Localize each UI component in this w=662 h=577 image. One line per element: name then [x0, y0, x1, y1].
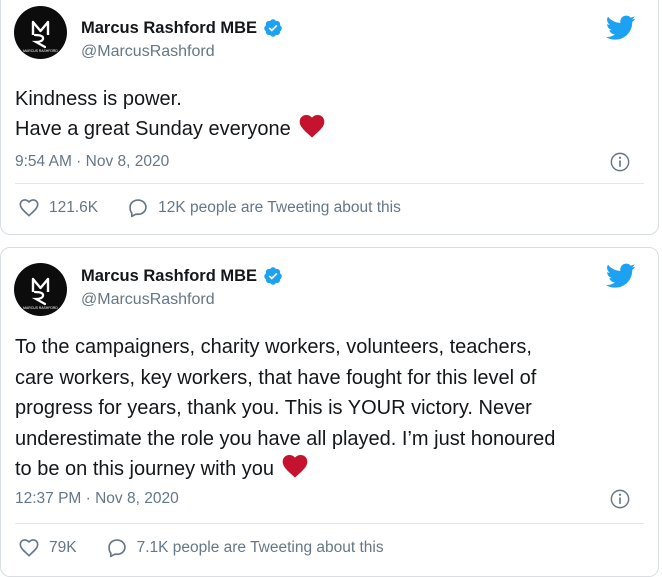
- divider: [15, 523, 644, 524]
- twitter-bird-icon[interactable]: [606, 263, 636, 289]
- tweet-actions: 121.6K 12K people are Tweeting about thi…: [19, 198, 401, 218]
- conversation-text: 12K people are Tweeting about this: [158, 199, 401, 216]
- tweet-text: Kindness is power. Have a great Sunday e…: [15, 84, 325, 144]
- info-icon[interactable]: [610, 152, 630, 172]
- red-heart-icon: [299, 115, 325, 138]
- tweet-timestamp[interactable]: 9:54 AM · Nov 8, 2020: [15, 153, 169, 171]
- like-button[interactable]: 121.6K: [19, 199, 98, 217]
- author-handle[interactable]: @MarcusRashford: [81, 291, 215, 309]
- author-name[interactable]: Marcus Rashford MBE: [81, 19, 257, 38]
- avatar[interactable]: MARCUS RASHFORD: [14, 263, 67, 316]
- tweet-card[interactable]: MARCUS RASHFORD Marcus Rashford MBE @Mar…: [0, 247, 659, 577]
- like-button[interactable]: 79K: [19, 539, 77, 557]
- author-handle[interactable]: @MarcusRashford: [81, 43, 215, 61]
- tweet-card[interactable]: MARCUS RASHFORD Marcus Rashford MBE @Mar…: [0, 0, 659, 235]
- tweet-text-content: Kindness is power. Have a great Sunday e…: [15, 88, 291, 140]
- tweet-text: To the campaigners, charity workers, vol…: [15, 332, 555, 485]
- like-count: 121.6K: [49, 199, 99, 216]
- author-row: Marcus Rashford MBE: [81, 17, 283, 39]
- heart-outline-icon: [19, 199, 39, 217]
- like-count: 79K: [49, 539, 77, 556]
- author-row: Marcus Rashford MBE: [81, 265, 283, 287]
- tweet-timestamp[interactable]: 12:37 PM · Nov 8, 2020: [15, 490, 179, 508]
- avatar-text: MARCUS RASHFORD: [23, 49, 58, 53]
- mr-logo-icon: MARCUS RASHFORD: [23, 277, 58, 310]
- info-icon[interactable]: [610, 489, 630, 509]
- conversation-link[interactable]: 7.1K people are Tweeting about this: [107, 538, 384, 558]
- conversation-text: 7.1K people are Tweeting about this: [136, 539, 384, 556]
- author-name[interactable]: Marcus Rashford MBE: [81, 267, 257, 286]
- conversation-link[interactable]: 12K people are Tweeting about this: [128, 198, 401, 218]
- tweet-actions: 79K 7.1K people are Tweeting about this: [19, 538, 384, 558]
- divider: [15, 183, 644, 184]
- heart-outline-icon: [19, 539, 39, 557]
- speech-bubble-icon: [107, 539, 126, 558]
- avatar-text: MARCUS RASHFORD: [23, 306, 58, 310]
- speech-bubble-icon: [129, 199, 147, 218]
- mr-logo-icon: MARCUS RASHFORD: [23, 20, 58, 53]
- verified-badge-icon: [264, 19, 282, 37]
- red-heart-icon: [282, 455, 308, 478]
- verified-badge-icon: [264, 267, 282, 285]
- twitter-bird-icon[interactable]: [606, 15, 636, 41]
- avatar[interactable]: MARCUS RASHFORD: [14, 6, 67, 59]
